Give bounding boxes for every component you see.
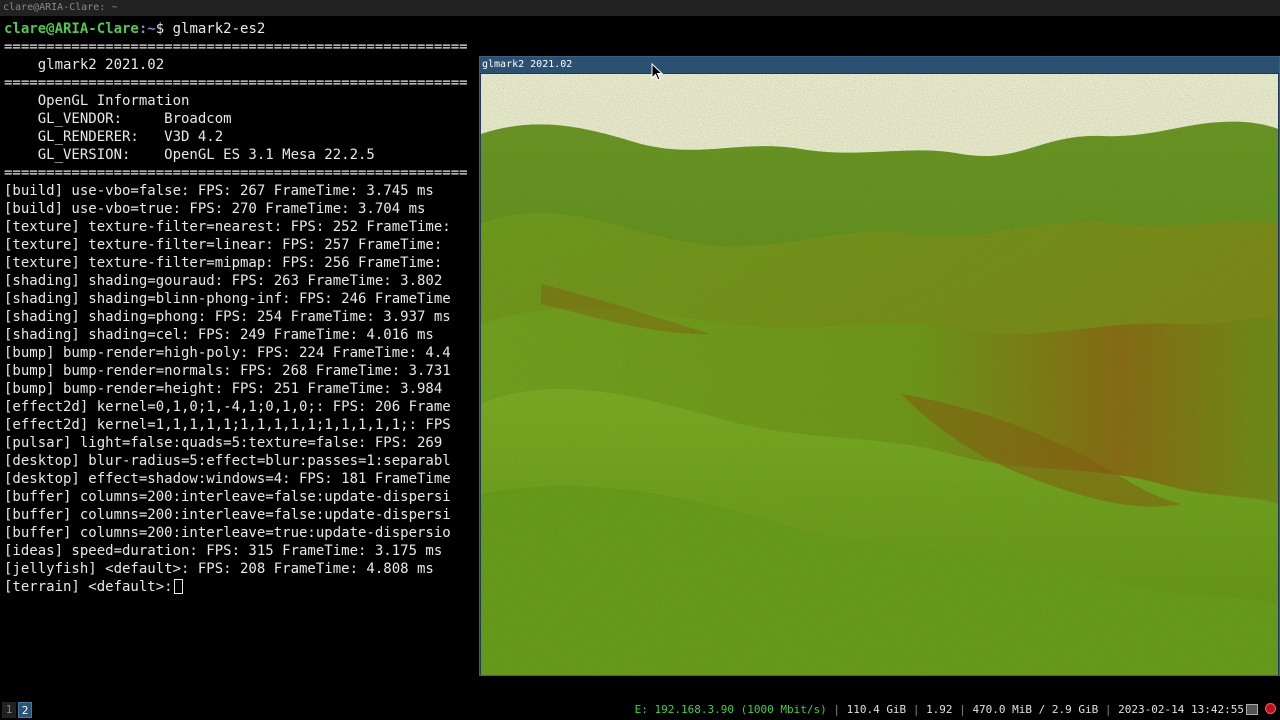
info-line: GL_RENDERER: V3D 4.2 (4, 129, 224, 145)
glmark-header: glmark2 2021.02 (4, 57, 165, 73)
status-separator: | (1104, 703, 1112, 716)
load-status: 1.92 (926, 703, 953, 716)
terrain-scene (481, 74, 1278, 675)
glmark-window[interactable]: glmark2 2021.02 (479, 56, 1280, 676)
result-line: [bump] bump-render=high-poly: FPS: 224 F… (4, 345, 451, 361)
result-line: [pulsar] light=false:quads=5:texture=fal… (4, 435, 443, 451)
status-separator: | (912, 703, 920, 716)
result-line: [jellyfish] <default>: FPS: 208 FrameTim… (4, 561, 434, 577)
prompt-user-host: clare@ARIA-Clare (4, 21, 139, 37)
disk-status: 110.4 GiB (846, 703, 907, 716)
status-bar: 1 2 E: 192.168.3.90 (1000 Mbit/s) | 110.… (0, 700, 1280, 720)
result-line: [desktop] effect=shadow:windows=4: FPS: … (4, 471, 451, 487)
tray-window-icon[interactable] (1246, 704, 1258, 715)
result-line: [buffer] columns=200:interleave=false:up… (4, 489, 451, 505)
result-line: [desktop] blur-radius=5:effect=blur:pass… (4, 453, 451, 469)
result-line: [ideas] speed=duration: FPS: 315 FrameTi… (4, 543, 443, 559)
result-line: [shading] shading=phong: FPS: 254 FrameT… (4, 309, 451, 325)
result-line: [effect2d] kernel=1,1,1,1,1;1,1,1,1,1;1,… (4, 417, 451, 433)
datetime-status: 2023-02-14 13:42:55 (1118, 703, 1244, 716)
result-line: [shading] shading=cel: FPS: 249 FrameTim… (4, 327, 434, 343)
mouse-pointer-icon (651, 63, 663, 81)
workspace-button-2[interactable]: 2 (18, 702, 32, 718)
glmark-window-title: glmark2 2021.02 (482, 59, 573, 70)
status-items: E: 192.168.3.90 (1000 Mbit/s) | 110.4 Gi… (635, 700, 1244, 720)
status-separator: | (833, 703, 840, 716)
result-line: [effect2d] kernel=0,1,0;1,-4,1;0,1,0;: F… (4, 399, 451, 415)
result-line: [texture] texture-filter=mipmap: FPS: 25… (4, 255, 443, 271)
info-line: OpenGL Information (4, 93, 190, 109)
glmark-window-title-bar[interactable]: glmark2 2021.02 (480, 57, 1279, 73)
tray-record-icon[interactable] (1265, 703, 1276, 714)
terrain-render-canvas[interactable] (481, 74, 1278, 675)
ethernet-status: E: 192.168.3.90 (1000 Mbit/s) (634, 703, 827, 716)
current-test-label: [terrain] <default>: (4, 579, 173, 595)
result-line: [shading] shading=blinn-phong-inf: FPS: … (4, 291, 451, 307)
workspace-button-1[interactable]: 1 (2, 702, 16, 718)
separator-line: ========================================… (4, 165, 468, 181)
result-line: [texture] texture-filter=nearest: FPS: 2… (4, 219, 451, 235)
status-separator: | (959, 703, 966, 716)
separator-line: ========================================… (4, 39, 468, 55)
terminal-title: clare@ARIA-Clare: ~ (3, 2, 118, 13)
prompt-path: :~ (138, 21, 156, 37)
result-line: [build] use-vbo=false: FPS: 267 FrameTim… (4, 183, 434, 199)
info-line: GL_VENDOR: Broadcom (4, 111, 232, 127)
result-line: [build] use-vbo=true: FPS: 270 FrameTime… (4, 201, 426, 217)
prompt-command: glmark2-es2 (164, 21, 266, 37)
result-line: [texture] texture-filter=linear: FPS: 25… (4, 237, 443, 253)
terminal-title-bar[interactable]: clare@ARIA-Clare: ~ (0, 0, 1280, 16)
result-line: [bump] bump-render=height: FPS: 251 Fram… (4, 381, 443, 397)
prompt-dollar: $ (155, 21, 165, 37)
memory-status: 470.0 MiB / 2.9 GiB (972, 703, 1099, 716)
result-line: [buffer] columns=200:interleave=false:up… (4, 507, 451, 523)
result-line: [bump] bump-render=normals: FPS: 268 Fra… (4, 363, 451, 379)
separator-line: ========================================… (4, 75, 468, 91)
result-line: [shading] shading=gouraud: FPS: 263 Fram… (4, 273, 443, 289)
current-test-line: [terrain] <default>: (4, 578, 183, 596)
result-line: [buffer] columns=200:interleave=true:upd… (4, 525, 451, 541)
prompt-line: clare@ARIA-Clare:~$ glmark2-es2 (4, 20, 265, 38)
text-cursor (173, 579, 183, 594)
info-line: GL_VERSION: OpenGL ES 3.1 Mesa 22.2.5 (4, 147, 375, 163)
